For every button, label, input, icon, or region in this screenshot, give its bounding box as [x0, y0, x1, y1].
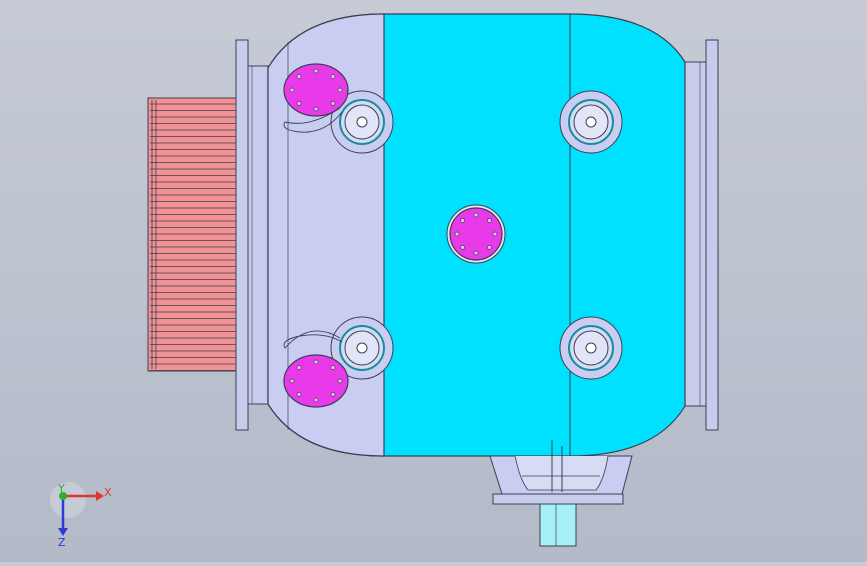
bolt: [330, 74, 336, 79]
bolt: [289, 87, 295, 93]
bolt: [460, 218, 465, 223]
bolt: [296, 365, 302, 370]
axis-x-label: X: [104, 486, 112, 499]
mounting-boss-top-right: [559, 90, 623, 154]
cover-top-left: [283, 63, 349, 117]
bolt: [296, 392, 302, 397]
heatsink: [147, 97, 239, 372]
cover-bottom-left: [283, 354, 349, 408]
bolt: [296, 101, 302, 106]
left-flange: [235, 39, 269, 431]
axis-z-label: Z: [58, 536, 66, 549]
cover-center: [446, 204, 506, 264]
cad-viewport[interactable]: X Y Z: [0, 0, 867, 562]
bolt: [313, 106, 319, 112]
bolt: [313, 397, 319, 403]
bolt: [296, 74, 302, 79]
bolt: [289, 378, 295, 384]
bolt: [337, 378, 343, 384]
bolt: [454, 231, 460, 237]
bolt: [473, 250, 479, 256]
coordinate-triad-icon: X Y Z: [50, 482, 112, 549]
right-flange: [683, 39, 719, 431]
bolt: [330, 392, 336, 397]
bolt: [337, 87, 343, 93]
bottom-gearbox: [489, 440, 633, 547]
mounting-boss-bottom-right: [559, 316, 623, 380]
axis-y-label: Y: [57, 482, 65, 495]
bolt: [313, 68, 319, 74]
bolt: [313, 359, 319, 365]
bolt: [473, 212, 479, 218]
bolt: [492, 231, 498, 237]
bolt: [487, 245, 492, 250]
bolt: [330, 101, 336, 106]
bolt: [487, 218, 492, 223]
model-drawing: X Y Z: [50, 13, 719, 549]
bolt: [460, 245, 465, 250]
bolt: [330, 365, 336, 370]
